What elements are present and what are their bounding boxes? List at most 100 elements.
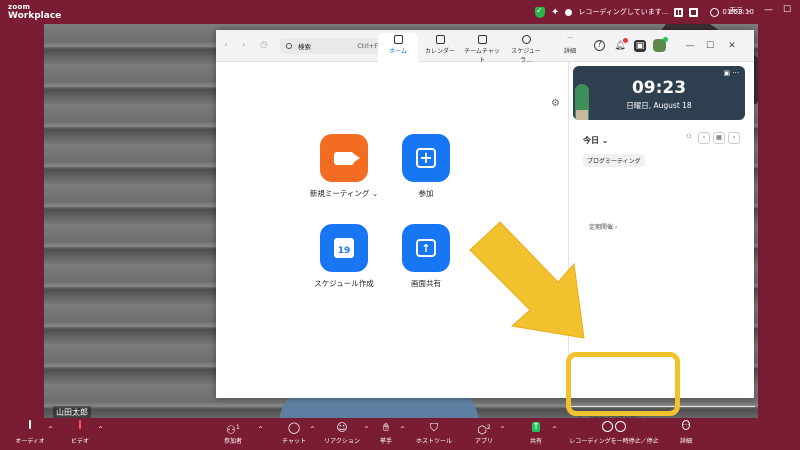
join-button[interactable]: + 参加 (381, 134, 471, 199)
notification-bell-icon[interactable]: 🔔︎ (614, 38, 628, 52)
stop-recording-icon[interactable] (689, 7, 699, 17)
minimize-window-button[interactable]: — (764, 5, 773, 15)
close-app-button[interactable]: ✕ (726, 40, 738, 52)
more-label: 詳細 (679, 438, 692, 445)
help-icon[interactable]: ? (594, 40, 605, 51)
share-screen-tile[interactable]: ↑ (402, 224, 450, 272)
join-tile[interactable]: + (402, 134, 450, 182)
audio-button[interactable]: オーディオ (14, 420, 46, 445)
host-tools-button[interactable]: ⛉ ホストツール (414, 421, 454, 445)
reactions-options-caret[interactable]: ^ (364, 426, 369, 433)
next-day-button[interactable]: › (728, 132, 740, 144)
apps-options-caret[interactable]: ^ (500, 426, 505, 433)
audio-options-caret[interactable]: ^ (48, 426, 53, 433)
clock-icon (710, 7, 720, 17)
apps-count: 2 (486, 424, 491, 431)
video-button[interactable]: ビデオ (64, 420, 96, 445)
whiteboard-icon[interactable]: ▣ (634, 40, 646, 52)
encryption-shield-icon[interactable] (535, 6, 545, 18)
chat-button[interactable]: ◯ チャット (278, 421, 310, 445)
ai-companion-icon[interactable]: ✦ (551, 7, 559, 18)
today-dropdown[interactable]: 今日 ⌄ (583, 135, 609, 146)
search-shortcut: Ctrl+F (357, 42, 378, 50)
clock-card: ▣ ··· 09:23 日曜日, August 18 (573, 66, 745, 120)
apps-icon: ⬡2 (477, 423, 491, 437)
prev-day-button[interactable]: ‹ (698, 132, 710, 144)
meeting-top-bar: zoom Workplace ✦ レコーディングしています... 01:53:1… (0, 0, 800, 24)
maximize-window-button[interactable]: ☐ (783, 5, 791, 15)
schedule-tile[interactable]: 19 (320, 224, 368, 272)
video-camera-icon (334, 151, 360, 165)
schedule-button[interactable]: 19 スケジュール作成 (299, 224, 389, 289)
chevron-down-icon: ⌄ (601, 136, 609, 145)
current-time: 09:23 (631, 78, 687, 98)
tab-more[interactable]: ··· 詳細 (550, 33, 590, 62)
minimize-app-button[interactable]: — (684, 40, 696, 52)
back-button[interactable]: ‹ (224, 40, 228, 50)
plus-icon: + (416, 148, 436, 168)
share-button[interactable]: ↑ 共有 (524, 421, 548, 445)
tab-label: 詳細 (563, 48, 576, 55)
apps-button[interactable]: ⬡2 アプリ (468, 421, 500, 445)
chevron-down-icon[interactable]: ⌄ (372, 189, 378, 198)
annotation-arrow (469, 221, 585, 339)
more-button[interactable]: ··· 詳細 (674, 420, 698, 445)
tab-team-chat[interactable]: チームチャット (462, 33, 502, 64)
video-options-caret[interactable]: ^ (98, 426, 103, 433)
history-icon[interactable]: ◷ (260, 40, 268, 50)
more-dots-icon: ··· (567, 35, 573, 42)
share-arrow-icon: ↑ (416, 239, 436, 257)
chat-icon: ◯ (287, 421, 301, 434)
calendar-event[interactable]: プログミーティング (583, 154, 645, 167)
apps-label: アプリ (474, 438, 493, 445)
calendar-icon[interactable]: ▦ (713, 132, 725, 144)
tab-calendar[interactable]: カレンダー (420, 33, 460, 62)
participants-options-caret[interactable]: ^ (258, 426, 263, 433)
reactions-button[interactable]: ☺ リアクション (322, 421, 362, 445)
pause-stop-icon (599, 421, 629, 432)
chat-options-caret[interactable]: ^ (310, 426, 315, 433)
recording-control-label: レコーディングを一時停止／停止 (569, 438, 659, 445)
calendar-controls: ⚇ ‹ ▦ › (683, 132, 740, 144)
view-menu[interactable]: 表示 ⌄ (729, 6, 752, 16)
tab-label: ホーム (389, 48, 407, 55)
maximize-app-button[interactable]: ☐ (704, 40, 716, 52)
share-screen-label: 画面共有 (411, 279, 441, 288)
recording-control-button[interactable]: レコーディングを一時停止／停止 (564, 421, 664, 445)
tab-home[interactable]: ホーム (378, 33, 418, 62)
pause-recording-icon[interactable] (674, 7, 684, 17)
audio-label: オーディオ (15, 438, 45, 445)
more-dots-icon: ··· (681, 420, 691, 430)
search-input[interactable]: 検索 Ctrl+F (280, 38, 384, 54)
search-icon (286, 43, 292, 49)
video-off-icon (79, 420, 81, 429)
participants-icon: ⚇1 (226, 423, 240, 437)
participants-button[interactable]: ⚇1 参加者 (216, 421, 250, 445)
meeting-toolbar: オーディオ ^ ビデオ ^ ⚇1 参加者 ^ ◯ チャット ^ ☺ リアクション… (0, 418, 800, 450)
share-options-caret[interactable]: ^ (552, 426, 557, 433)
notification-badge (623, 38, 628, 43)
today-label: 今日 (583, 136, 599, 145)
add-contact-icon[interactable]: ⚇ (683, 132, 695, 144)
share-screen-icon: ↑ (532, 422, 540, 432)
recording-indicator: ✦ レコーディングしています... 01:53:10 (535, 5, 754, 19)
chevron-down-icon: ⌄ (746, 6, 752, 14)
tab-scheduler[interactable]: スケジューラ... (506, 33, 546, 64)
current-date: 日曜日, August 18 (626, 101, 692, 110)
avatar[interactable] (653, 37, 668, 52)
new-meeting-button[interactable]: 新規ミーティング ⌄ (299, 134, 389, 199)
forward-button[interactable]: › (242, 40, 246, 50)
share-screen-button[interactable]: ↑ 画面共有 (381, 224, 471, 289)
app-title-bar: ‹ › ◷ 検索 Ctrl+F ホーム カレンダー チームチャット スケジューラ… (216, 30, 754, 64)
raise-hand-button[interactable]: ✋︎ 挙手 (376, 421, 396, 445)
new-meeting-label: 新規ミーティング (309, 189, 370, 198)
hand-icon: ✋︎ (382, 421, 390, 434)
card-options-icon[interactable]: ▣ ··· (723, 69, 739, 77)
zoom-logo: zoom Workplace (8, 3, 61, 21)
chat-icon (477, 35, 487, 44)
tab-label: カレンダー (424, 48, 455, 55)
schedule-label: スケジュール作成 (314, 279, 374, 288)
gear-icon[interactable]: ⚙ (551, 98, 560, 109)
new-meeting-tile[interactable] (320, 134, 368, 182)
raise-hand-options-caret[interactable]: ^ (400, 426, 405, 433)
